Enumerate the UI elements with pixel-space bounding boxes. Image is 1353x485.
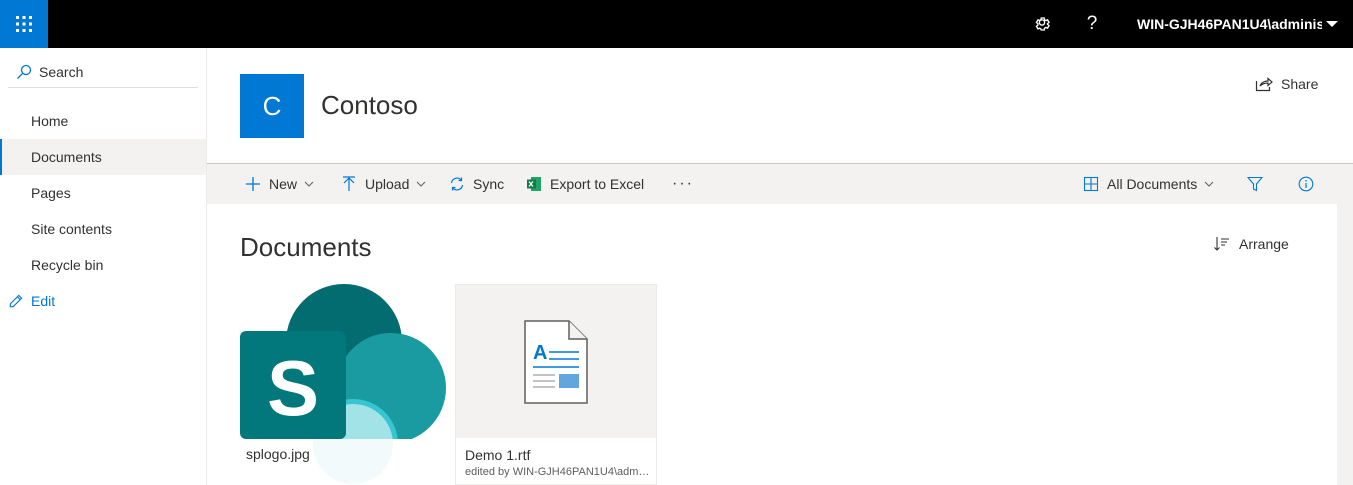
chevron-down-icon [417,181,426,187]
help-icon: ? [1086,13,1098,34]
upload-button[interactable]: Upload [341,164,426,204]
app-launcher-button[interactable] [0,0,48,48]
file-name[interactable]: Demo 1.rtf [465,447,530,463]
share-button[interactable]: Share [1255,74,1318,94]
info-pane-button[interactable] [1298,164,1322,204]
rtf-document-icon: A [524,319,588,404]
svg-text:A: A [533,342,547,364]
chevron-down-icon [1204,181,1214,187]
grid-view-icon [1083,176,1099,192]
share-icon [1255,77,1273,92]
caret-down-icon [1326,21,1338,27]
svg-text:S: S [267,344,319,432]
nav-item-pages[interactable]: Pages [0,175,206,211]
upload-label: Upload [365,176,410,192]
nav-item-recycle-bin[interactable]: Recycle bin [0,247,206,283]
search-box[interactable]: Search [8,56,198,88]
nav-item-home[interactable]: Home [0,103,206,139]
sort-icon [1214,237,1229,251]
help-button[interactable]: ? [1068,0,1116,48]
suite-bar: ? WIN-GJH46PAN1U4\administrator [0,0,1353,48]
edit-nav-link[interactable]: Edit [0,283,55,319]
file-tile-splogo[interactable]: S splogo.jpg [240,284,447,485]
more-actions-button[interactable]: ··· [672,164,694,204]
plus-icon [246,177,260,191]
sync-icon [450,177,464,191]
export-to-excel-button[interactable]: Export to Excel [526,164,644,204]
file-modified-by: edited by WIN-GJH46PAN1U4\administrator [465,466,651,478]
library-title: Documents [240,232,372,262]
scrollbar-track[interactable] [1337,204,1353,485]
share-label: Share [1281,76,1319,92]
site-title[interactable]: Contoso [321,90,418,121]
file-tile-demo-rtf[interactable]: A Demo 1.rtf edited by WIN-GJH46PAN1U4\a… [455,284,657,485]
view-label: All Documents [1107,176,1198,192]
edit-label: Edit [31,293,56,309]
search-placeholder: Search [39,63,84,80]
file-name[interactable]: splogo.jpg [246,446,310,462]
pencil-icon [9,294,23,307]
excel-icon [527,177,541,191]
upload-icon [343,176,355,191]
search-icon [17,64,32,79]
new-label: New [269,176,298,192]
arrange-button[interactable]: Arrange [1214,234,1289,254]
waffle-icon [16,16,32,32]
info-icon [1298,176,1314,192]
arrange-label: Arrange [1239,236,1289,252]
site-logo[interactable]: C [240,74,304,138]
nav-item-documents[interactable]: Documents [0,139,206,175]
user-name: WIN-GJH46PAN1U4\administrator [1137,16,1322,32]
settings-button[interactable] [1018,0,1066,48]
left-navigation: Search Home Documents Pages Site content… [0,48,207,485]
chevron-down-icon [304,181,314,187]
filter-button[interactable] [1247,164,1271,204]
gear-icon [1035,17,1050,31]
site-logo-letter: C [262,90,282,121]
sync-button[interactable]: Sync [449,164,504,204]
export-label: Export to Excel [550,176,645,192]
account-menu-button[interactable]: WIN-GJH46PAN1U4\administrator [1137,0,1353,48]
more-icon: ··· [672,175,694,192]
file-thumbnail: A [456,285,656,438]
command-bar: New Upload Sync Export to Excel ··· All … [207,163,1353,204]
nav-item-site-contents[interactable]: Site contents [0,211,206,247]
filter-icon [1247,176,1263,192]
sync-label: Sync [473,176,505,192]
new-button[interactable]: New [245,164,314,204]
view-switcher[interactable]: All Documents [1083,164,1214,204]
